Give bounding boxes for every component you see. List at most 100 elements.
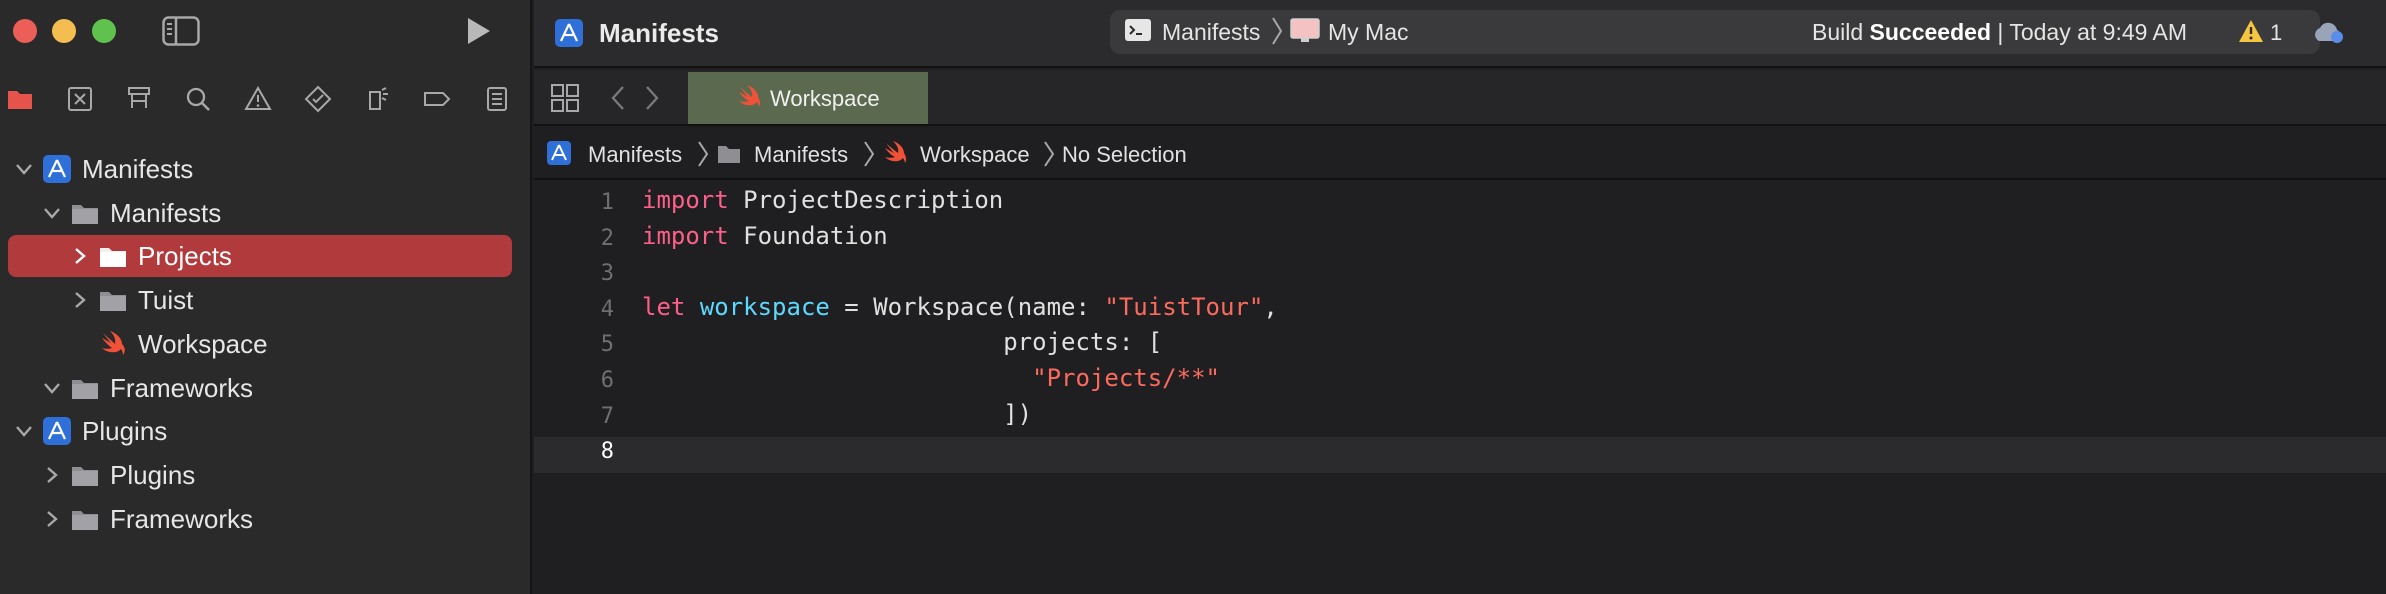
tree-icon-wrap [98, 285, 128, 315]
tree-row[interactable]: Plugins [8, 410, 512, 452]
chevron-right-icon[interactable] [68, 288, 92, 312]
minimize-window-button[interactable] [52, 19, 76, 43]
jump-bar-item[interactable]: Manifests [754, 142, 848, 168]
folder-icon [72, 510, 98, 530]
line-number: 3 [600, 261, 614, 287]
tree-icon-wrap [42, 416, 72, 446]
code-line[interactable]: "Projects/**" [642, 364, 1220, 392]
folder-icon [72, 379, 98, 399]
tree-row[interactable]: Manifests [8, 148, 512, 190]
code-token: projects: [ [642, 328, 1163, 357]
swift-file-icon [885, 141, 907, 163]
jump-bar-item[interactable]: No Selection [1062, 142, 1187, 168]
code-line[interactable]: import ProjectDescription [642, 186, 1003, 214]
chevron-right-icon[interactable] [40, 507, 64, 531]
build-status: Build Succeeded | Today at 9:49 AM [1812, 19, 2188, 45]
issue-navigator-tab[interactable] [238, 76, 278, 122]
code-token: ]) [642, 399, 1033, 428]
tab-workspace[interactable]: Workspace [688, 72, 928, 124]
folder-icon [72, 204, 98, 224]
symbol-navigator-tab[interactable] [119, 76, 159, 122]
jump-bar-item[interactable]: Workspace [920, 142, 1030, 168]
xcode-project-icon [547, 141, 571, 165]
maximize-window-button[interactable] [92, 19, 116, 43]
project-navigator-tab[interactable] [0, 76, 40, 122]
code-token-kw: import [642, 221, 729, 250]
chevron-right-icon[interactable] [68, 244, 92, 268]
breakpoint-navigator-tab[interactable] [417, 76, 457, 122]
folder-icon [718, 146, 740, 163]
find-navigator-tab[interactable] [178, 76, 218, 122]
navigator-pane: Manifests Manifests Projects Tuist Workspace… [0, 0, 532, 594]
editor-area: Manifests Manifests My Mac Build Succeed… [534, 0, 2386, 594]
tree-icon-wrap [70, 373, 100, 403]
tree-icon-wrap [98, 241, 128, 271]
sidebar-toggle-icon[interactable] [162, 16, 200, 46]
report-navigator-tab[interactable] [477, 76, 517, 122]
code-token-str: "TuistTour" [1104, 292, 1264, 321]
source-control-icon [68, 87, 92, 111]
chevron-right-icon [864, 141, 875, 167]
tree-row[interactable]: Projects [8, 235, 512, 278]
test-navigator-tab[interactable] [298, 76, 338, 122]
code-line[interactable]: let workspace = Workspace(name: "TuistTo… [642, 293, 1278, 321]
chevron-right-icon [1044, 141, 1055, 167]
tab-bar: Workspace [534, 70, 2386, 126]
code-token-str: "Projects/**" [1032, 364, 1220, 392]
forward-arrow-icon[interactable] [642, 84, 662, 112]
tree-row[interactable]: Frameworks [8, 498, 512, 540]
chevron-right-icon[interactable] [40, 463, 64, 487]
line-number: 4 [600, 296, 614, 322]
xcode-project-icon [555, 19, 583, 47]
debug-navigator-tab[interactable] [357, 76, 397, 122]
tree-row[interactable]: Frameworks [8, 367, 512, 409]
chevron-down-icon[interactable] [12, 419, 36, 443]
line-number: 5 [600, 332, 614, 358]
source-editor[interactable]: 12345678 import ProjectDescription import… [534, 182, 2386, 594]
code-token-kw: import [642, 186, 729, 214]
code-token-kw: let [642, 292, 686, 321]
tree-icon-wrap [42, 154, 72, 184]
back-arrow-icon[interactable] [608, 84, 628, 112]
chevron-down-icon[interactable] [40, 376, 64, 400]
scheme-terminal-icon[interactable] [1124, 18, 1152, 42]
chevron-down-icon[interactable] [12, 157, 36, 181]
tree-row[interactable]: Workspace [8, 323, 512, 365]
xcode-project-icon [43, 417, 71, 446]
chevron-right-icon [698, 141, 709, 167]
tree-row[interactable]: Manifests [8, 192, 512, 234]
cloud-icon[interactable] [2310, 19, 2346, 45]
line-number: 2 [600, 225, 614, 251]
project-title: Manifests [599, 18, 719, 48]
code-line[interactable]: import Foundation [642, 222, 888, 250]
code-line[interactable]: projects: [ [642, 328, 1162, 356]
related-items-grid-icon[interactable] [550, 83, 580, 113]
issue-navigator-icon [244, 85, 272, 110]
toolbar: Manifests Manifests My Mac Build Succeed… [534, 0, 2386, 68]
chevron-right-icon [1272, 17, 1283, 45]
tree-row-label: Plugins [82, 416, 168, 447]
tree-row[interactable]: Tuist [8, 279, 512, 321]
code-line[interactable]: ]) [642, 400, 1032, 428]
warning-icon[interactable] [2238, 19, 2264, 43]
chevron-down-icon[interactable] [40, 201, 64, 225]
tree-row[interactable]: Plugins [8, 454, 512, 496]
destination-selector[interactable]: My Mac [1328, 19, 1409, 46]
code-token-ident: workspace [699, 292, 830, 321]
tree-row-label: Workspace [138, 328, 268, 359]
current-line-highlight [534, 437, 2386, 473]
tree-row-label: Manifests [110, 197, 222, 228]
report-navigator-icon [487, 87, 507, 111]
tree-row-label: Manifests [82, 154, 194, 184]
jump-bar-item[interactable]: Manifests [588, 142, 682, 168]
mac-display-icon[interactable] [1290, 18, 1320, 44]
line-number: 8 [600, 439, 614, 465]
source-control-tab[interactable] [60, 76, 100, 122]
scheme-selector[interactable]: Manifests [1162, 19, 1260, 46]
warning-count[interactable]: 1 [2270, 20, 2282, 46]
run-icon[interactable] [462, 15, 494, 47]
line-number: 7 [600, 403, 614, 429]
tree-icon-wrap [70, 460, 100, 490]
close-window-button[interactable] [13, 19, 37, 43]
